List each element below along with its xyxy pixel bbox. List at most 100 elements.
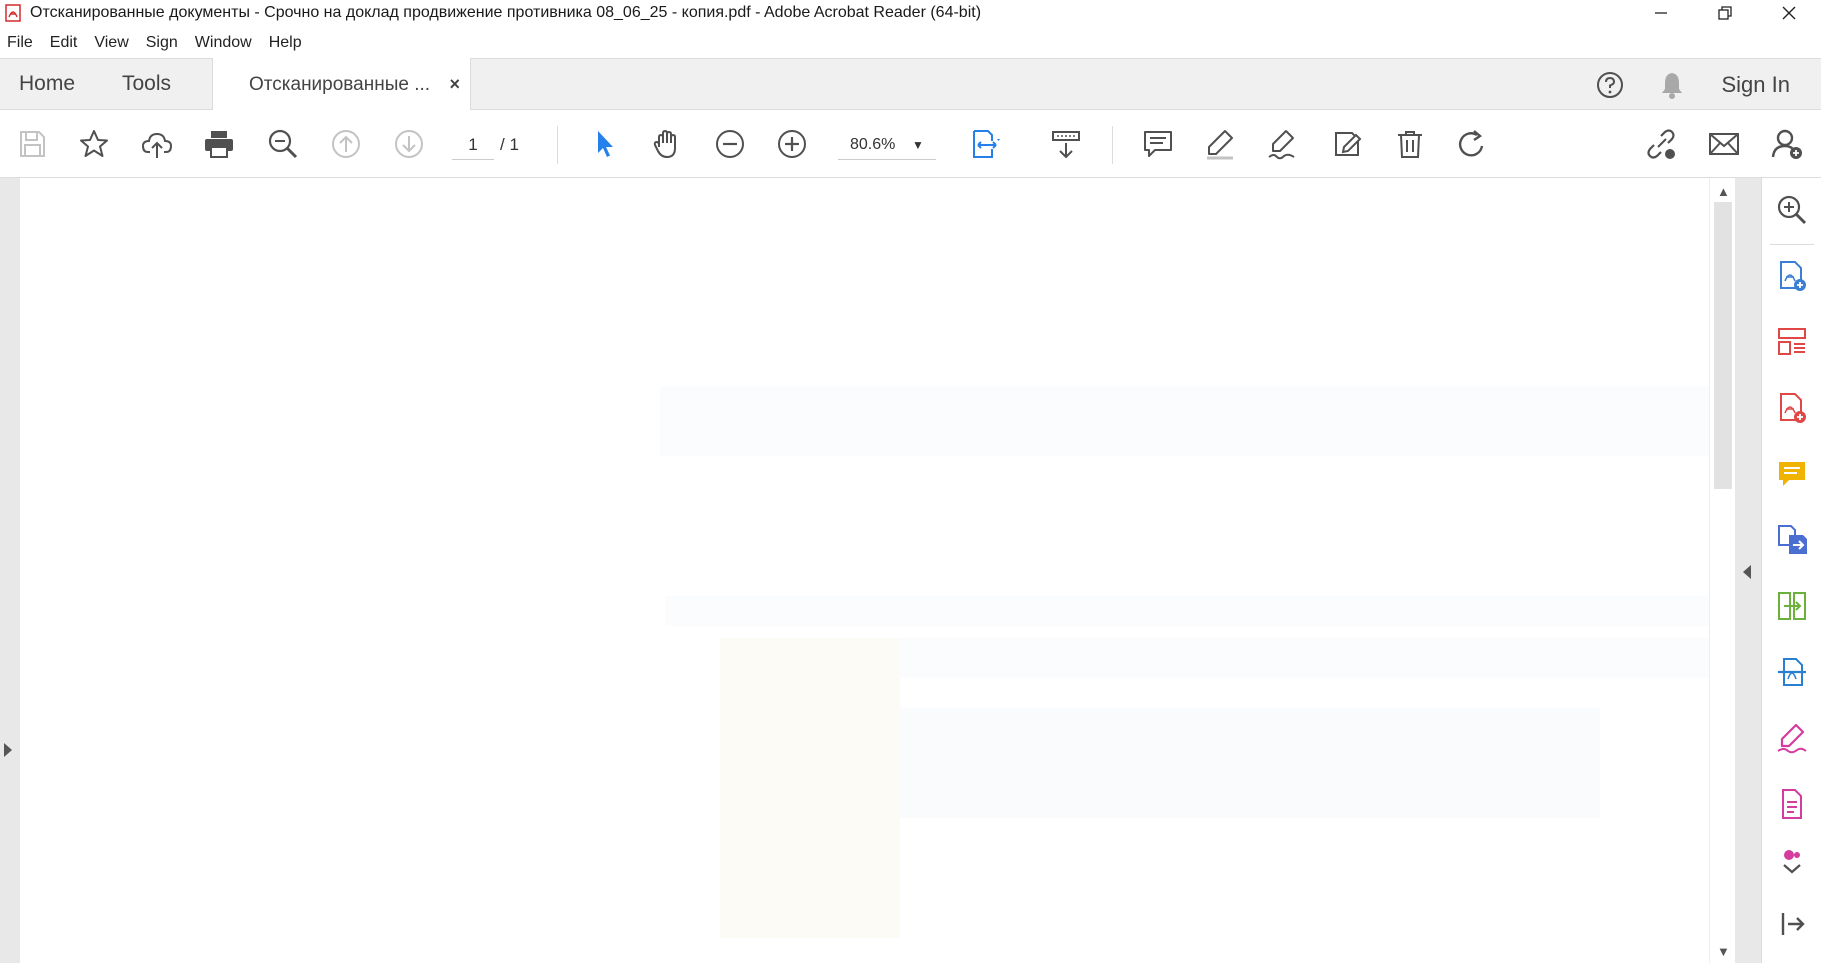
tab-bar: Home Tools Отсканированные ... × Sign In <box>0 58 1821 111</box>
menu-sign[interactable]: Sign <box>139 34 188 52</box>
zoom-out-icon <box>716 130 744 158</box>
zoom-out-button[interactable] <box>710 124 750 164</box>
faint-scan-region <box>665 596 1715 626</box>
tab-tools[interactable]: Tools <box>122 72 171 96</box>
page-total: / 1 <box>500 135 519 154</box>
upload-cloud-icon <box>141 132 173 158</box>
zoom-in-icon <box>778 130 806 158</box>
toolbar-divider <box>1112 126 1113 164</box>
next-page-button[interactable] <box>389 124 429 164</box>
collapse-right-panel-icon[interactable] <box>1743 565 1751 579</box>
tab-close-button[interactable]: × <box>449 74 460 95</box>
print-icon <box>205 131 233 158</box>
scroll-up-arrow-icon[interactable]: ▲ <box>1717 184 1730 199</box>
menu-window[interactable]: Window <box>188 34 262 52</box>
save-button[interactable] <box>12 124 52 164</box>
menu-help[interactable]: Help <box>262 34 312 52</box>
minimize-button[interactable] <box>1629 0 1693 26</box>
comment-button[interactable] <box>1138 124 1178 164</box>
close-icon <box>1782 6 1796 20</box>
add-user-button[interactable] <box>1767 124 1807 164</box>
print-button[interactable] <box>199 124 239 164</box>
hand-icon <box>653 130 676 158</box>
sign-in-link[interactable]: Sign In <box>1722 72 1791 98</box>
expand-left-panel-icon[interactable] <box>4 743 12 757</box>
delete-button[interactable] <box>1390 124 1430 164</box>
tab-home[interactable]: Home <box>19 72 75 96</box>
organize-pages-button[interactable] <box>1774 324 1810 360</box>
menu-view[interactable]: View <box>87 34 138 52</box>
rotate-button[interactable] <box>1452 124 1492 164</box>
more-tools-icon <box>1782 789 1802 819</box>
page-number-input[interactable]: 1 <box>452 130 494 160</box>
faint-scan-region <box>720 638 900 938</box>
fit-page-button[interactable] <box>966 124 1006 164</box>
scroll-down-arrow-icon[interactable]: ▼ <box>1717 944 1730 959</box>
more-tools-button[interactable] <box>1774 786 1810 822</box>
expand-more-icon <box>1783 850 1801 874</box>
scroll-mode-icon <box>1052 131 1080 159</box>
edit-pdf-button[interactable] <box>1774 390 1810 426</box>
save-icon <box>20 131 45 157</box>
zoom-dropdown-arrow[interactable]: ▼ <box>912 130 924 160</box>
combine-files-button[interactable] <box>1774 588 1810 624</box>
rotate-icon <box>1458 130 1484 157</box>
expand-tools-button[interactable] <box>1774 844 1810 880</box>
email-icon <box>1709 133 1739 155</box>
draw-sign-button[interactable] <box>1263 124 1303 164</box>
vertical-scrollbar[interactable]: ▲ ▼ <box>1709 178 1735 963</box>
document-page[interactable] <box>20 178 1720 963</box>
title-bar: Отсканированные документы - Срочно на до… <box>0 0 1821 26</box>
create-pdf-button[interactable] <box>1774 258 1810 294</box>
help-button[interactable] <box>1590 65 1630 105</box>
right-tools-panel <box>1761 178 1821 963</box>
menu-file[interactable]: File <box>0 34 43 52</box>
zoom-search-icon <box>268 129 298 159</box>
scroll-thumb[interactable] <box>1714 202 1732 489</box>
header-right: Sign In <box>1590 59 1821 111</box>
tab-document[interactable]: Отсканированные ... × <box>212 58 471 111</box>
search-zoom-button[interactable] <box>1774 192 1810 228</box>
collapse-panel-icon <box>1781 913 1805 935</box>
export-pdf-button[interactable] <box>1774 522 1810 558</box>
find-zoom-button[interactable] <box>263 124 303 164</box>
bookmark-button[interactable] <box>74 124 114 164</box>
scan-ocr-button[interactable] <box>1774 654 1810 690</box>
minimize-icon <box>1655 12 1667 14</box>
edit-pdf-icon <box>1780 393 1806 423</box>
page-down-icon <box>395 130 423 158</box>
scroll-mode-button[interactable] <box>1046 124 1086 164</box>
restore-button[interactable] <box>1693 0 1757 26</box>
zoom-in-button[interactable] <box>772 124 812 164</box>
share-link-button[interactable] <box>1641 124 1681 164</box>
add-user-icon <box>1771 129 1802 159</box>
stamp-button[interactable] <box>1327 124 1367 164</box>
menu-edit[interactable]: Edit <box>43 34 88 52</box>
fill-sign-button[interactable] <box>1774 720 1810 756</box>
previous-page-button[interactable] <box>326 124 366 164</box>
comment-tool-button[interactable] <box>1774 456 1810 492</box>
sign-icon <box>1268 130 1295 160</box>
close-window-button[interactable] <box>1757 0 1821 26</box>
collapse-panel-button[interactable] <box>1774 906 1810 942</box>
create-pdf-icon <box>1780 261 1806 291</box>
faint-scan-region <box>660 386 1710 456</box>
highlight-button[interactable] <box>1200 124 1240 164</box>
upload-button[interactable] <box>137 124 177 164</box>
select-tool-button[interactable] <box>584 124 624 164</box>
menu-bar: File Edit View Sign Window Help <box>0 28 312 58</box>
share-link-icon <box>1647 129 1675 159</box>
notifications-button[interactable] <box>1652 65 1692 105</box>
hand-tool-button[interactable] <box>647 124 687 164</box>
scan-ocr-icon <box>1778 658 1806 686</box>
faint-scan-region <box>900 708 1600 818</box>
email-button[interactable] <box>1704 124 1744 164</box>
window-title: Отсканированные документы - Срочно на до… <box>30 4 982 21</box>
tab-document-label: Отсканированные ... <box>249 73 431 95</box>
toolbar-divider <box>557 126 558 164</box>
combine-files-icon <box>1778 592 1806 620</box>
organize-pages-icon <box>1778 328 1806 355</box>
left-navigation-gutter <box>0 178 20 963</box>
fill-sign-icon <box>1777 723 1807 754</box>
stamp-icon <box>1335 132 1362 156</box>
